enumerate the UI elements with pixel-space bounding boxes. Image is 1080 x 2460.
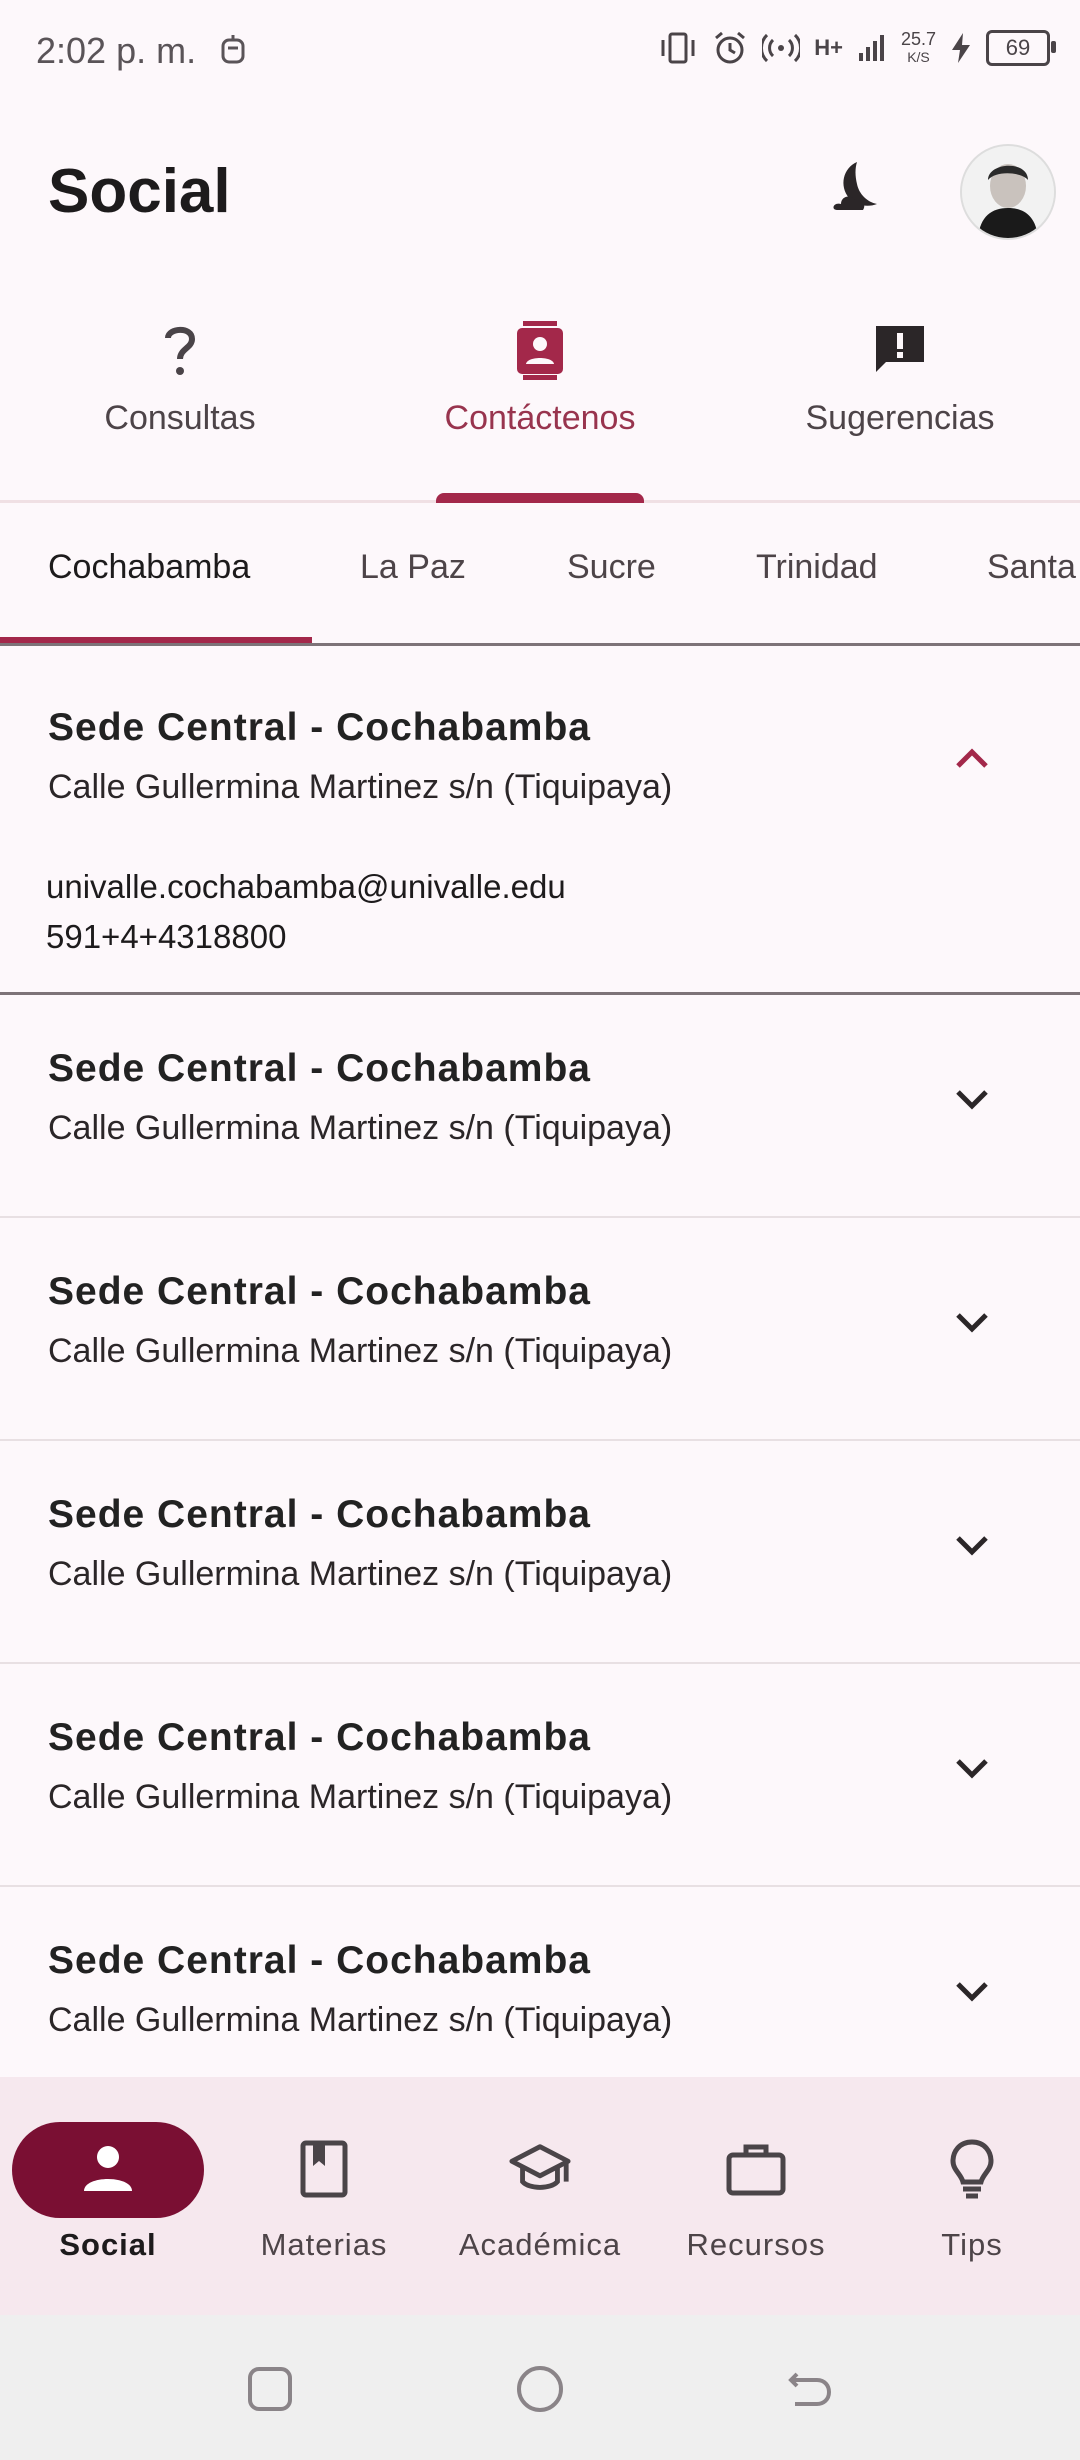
net-speed: 25.7 K/S bbox=[901, 30, 936, 66]
contact-card-icon bbox=[513, 315, 567, 385]
nav-item-academica[interactable]: Académica bbox=[432, 2077, 648, 2315]
theme-toggle-button[interactable] bbox=[820, 150, 900, 230]
nav-label-recursos: Recursos bbox=[686, 2227, 826, 2262]
home-button[interactable] bbox=[512, 2361, 568, 2417]
avatar[interactable] bbox=[960, 144, 1056, 240]
status-bar: 2:02 p. m. H+ 25.7 K/S 69 bbox=[0, 0, 1080, 110]
network-type: H+ bbox=[814, 35, 843, 60]
location-card[interactable]: Sede Central - Cochabamba Calle Gullermi… bbox=[0, 1218, 1080, 1441]
assistant-icon bbox=[218, 34, 248, 71]
book-icon bbox=[292, 2137, 356, 2201]
system-navigation-bar bbox=[0, 2315, 1080, 2460]
tab-contactenos-label: Contáctenos bbox=[444, 399, 636, 437]
charging-icon bbox=[950, 32, 972, 64]
battery-level: 69 bbox=[1005, 35, 1031, 60]
city-tab-indicator bbox=[0, 637, 312, 643]
location-address: Calle Gullermina Martinez s/n (Tiquipaya… bbox=[48, 1332, 673, 1370]
graduation-cap-icon bbox=[508, 2137, 572, 2201]
nav-label-social: Social bbox=[59, 2227, 157, 2262]
person-icon bbox=[76, 2137, 140, 2201]
city-tab-sucre[interactable]: Sucre bbox=[567, 548, 656, 587]
dark-mode-icon bbox=[827, 158, 893, 223]
battery-indicator: 69 bbox=[986, 30, 1056, 66]
chevron-down-icon[interactable] bbox=[950, 1969, 994, 2013]
back-button[interactable] bbox=[782, 2361, 838, 2417]
nav-item-recursos[interactable]: Recursos bbox=[648, 2077, 864, 2315]
nav-item-materias[interactable]: Materias bbox=[216, 2077, 432, 2315]
nav-label-materias: Materias bbox=[260, 2227, 388, 2262]
location-email[interactable]: univalle.cochabamba@univalle.edu bbox=[46, 868, 566, 906]
alarm-icon bbox=[712, 30, 748, 66]
status-icons: H+ 25.7 K/S 69 bbox=[658, 30, 1056, 66]
signal-icon bbox=[857, 33, 887, 63]
location-phone[interactable]: 591+4+4318800 bbox=[46, 918, 286, 956]
section-tabs: Consultas Contáctenos Sugerencias bbox=[0, 295, 1080, 503]
vibrate-icon bbox=[658, 31, 698, 65]
location-address: Calle Gullermina Martinez s/n (Tiquipaya… bbox=[48, 1778, 673, 1816]
square-icon bbox=[248, 2367, 292, 2411]
chevron-down-icon[interactable] bbox=[950, 1746, 994, 1790]
recent-apps-button[interactable] bbox=[242, 2361, 298, 2417]
chevron-down-icon[interactable] bbox=[950, 1523, 994, 1567]
location-title: Sede Central - Cochabamba bbox=[48, 1270, 591, 1313]
net-speed-value: 25.7 bbox=[900, 29, 936, 49]
feedback-icon bbox=[872, 315, 928, 385]
nav-label-academica: Académica bbox=[458, 2227, 622, 2262]
chevron-up-icon[interactable] bbox=[950, 736, 994, 780]
nav-item-social[interactable]: Social bbox=[0, 2077, 216, 2315]
avatar-image bbox=[962, 146, 1054, 238]
status-time: 2:02 p. m. bbox=[36, 30, 197, 71]
location-address: Calle Gullermina Martinez s/n (Tiquipaya… bbox=[48, 1109, 673, 1147]
page-title: Social bbox=[48, 157, 231, 226]
net-speed-unit: K/S bbox=[907, 49, 930, 65]
chevron-down-icon[interactable] bbox=[950, 1077, 994, 1121]
location-card[interactable]: Sede Central - Cochabamba Calle Gullermi… bbox=[0, 1664, 1080, 1887]
hotspot-icon bbox=[762, 33, 801, 63]
back-arrow-icon bbox=[788, 2372, 832, 2406]
city-tab-trinidad[interactable]: Trinidad bbox=[756, 548, 878, 587]
location-card[interactable]: Sede Central - Cochabamba Calle Gullermi… bbox=[0, 646, 1080, 995]
tab-contactenos[interactable]: Contáctenos bbox=[360, 295, 720, 503]
tab-sugerencias-label: Sugerencias bbox=[805, 399, 995, 437]
location-address: Calle Gullermina Martinez s/n (Tiquipaya… bbox=[48, 2001, 673, 2039]
location-title: Sede Central - Cochabamba bbox=[48, 1047, 591, 1090]
location-address: Calle Gullermina Martinez s/n (Tiquipaya… bbox=[48, 768, 673, 806]
tab-consultas[interactable]: Consultas bbox=[0, 295, 360, 500]
location-title: Sede Central - Cochabamba bbox=[48, 1939, 591, 1982]
location-card[interactable]: Sede Central - Cochabamba Calle Gullermi… bbox=[0, 995, 1080, 1218]
nav-item-tips[interactable]: Tips bbox=[864, 2077, 1080, 2315]
city-tabs: Cochabamba La Paz Sucre Trinidad Santa bbox=[0, 500, 1080, 646]
city-tab-la-paz[interactable]: La Paz bbox=[360, 548, 466, 587]
city-tab-cochabamba[interactable]: Cochabamba bbox=[48, 548, 250, 587]
bottom-nav: Social Materias Académica Recursos Tips bbox=[0, 2077, 1080, 2315]
location-title: Sede Central - Cochabamba bbox=[48, 1716, 591, 1759]
circle-icon bbox=[517, 2366, 563, 2412]
city-tab-santa[interactable]: Santa bbox=[987, 548, 1076, 587]
nav-label-tips: Tips bbox=[941, 2227, 1003, 2262]
location-card[interactable]: Sede Central - Cochabamba Calle Gullermi… bbox=[0, 1441, 1080, 1664]
location-card[interactable]: Sede Central - Cochabamba Calle Gullermi… bbox=[0, 1887, 1080, 2076]
tab-consultas-label: Consultas bbox=[104, 399, 256, 437]
location-list: Sede Central - Cochabamba Calle Gullermi… bbox=[0, 646, 1080, 2076]
location-address: Calle Gullermina Martinez s/n (Tiquipaya… bbox=[48, 1555, 673, 1593]
question-mark-icon bbox=[160, 315, 200, 385]
app-bar: Social bbox=[0, 110, 1080, 280]
location-title: Sede Central - Cochabamba bbox=[48, 706, 591, 749]
chevron-down-icon[interactable] bbox=[950, 1300, 994, 1344]
lightbulb-icon bbox=[940, 2137, 1004, 2201]
location-title: Sede Central - Cochabamba bbox=[48, 1493, 591, 1536]
tab-sugerencias[interactable]: Sugerencias bbox=[720, 295, 1080, 500]
briefcase-icon bbox=[724, 2137, 788, 2201]
